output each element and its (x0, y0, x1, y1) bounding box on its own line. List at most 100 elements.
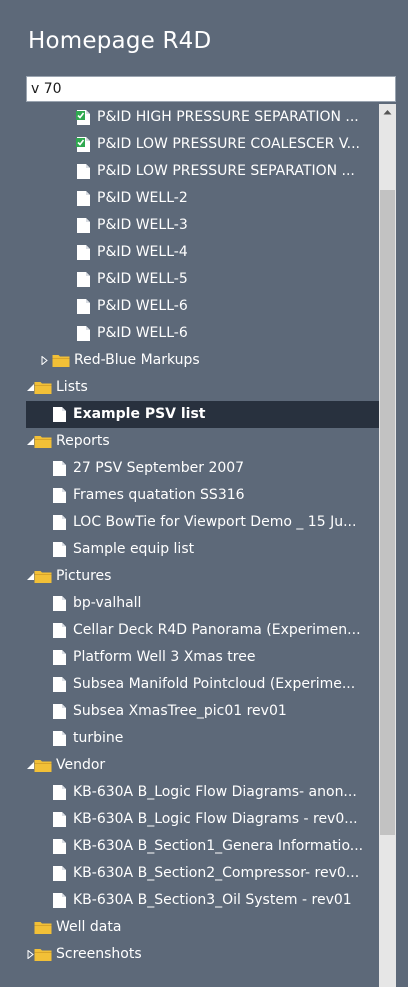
document-icon (76, 163, 94, 180)
document-icon (52, 838, 70, 855)
page-title: Homepage R4D (28, 28, 212, 54)
folder-icon (34, 380, 52, 397)
tree-item-label: P&ID WELL-3 (97, 217, 188, 233)
tree-folder-item[interactable]: Lists (26, 374, 379, 401)
document-icon (52, 514, 70, 531)
tree-document-item[interactable]: 27 PSV September 2007 (26, 455, 379, 482)
document-icon (76, 298, 94, 315)
tree-folder-item[interactable]: Vendor (26, 752, 379, 779)
tree-item-label: Reports (56, 433, 110, 449)
tree-document-item[interactable]: Example PSV list (26, 401, 379, 428)
tree-item-label: bp-valhall (73, 595, 142, 611)
document-icon (52, 649, 70, 666)
vertical-scrollbar[interactable] (379, 104, 396, 987)
tree-item-label: KB-630A B_Section2_Compressor- rev0... (73, 865, 360, 881)
tree-item-label: Well data (56, 919, 122, 935)
document-icon (76, 190, 94, 207)
tree-document-item[interactable]: KB-630A B_Section2_Compressor- rev0... (26, 860, 379, 887)
tree-item-label: KB-630A B_Logic Flow Diagrams- anon... (73, 784, 357, 800)
tree-document-item[interactable]: Subsea XmasTree_pic01 rev01 (26, 698, 379, 725)
document-icon (52, 784, 70, 801)
tree-item-label: turbine (73, 730, 124, 746)
tree-document-item[interactable]: KB-630A B_Logic Flow Diagrams- anon... (26, 779, 379, 806)
tree-item-label: Sample equip list (73, 541, 195, 557)
folder-icon (34, 569, 52, 586)
tree-item-label: P&ID WELL-5 (97, 271, 188, 287)
tree-document-item[interactable]: P&ID HIGH PRESSURE SEPARATION ... (26, 104, 379, 131)
tree-document-item[interactable]: Cellar Deck R4D Panorama (Experimen... (26, 617, 379, 644)
document-icon (76, 271, 94, 288)
folder-icon (34, 758, 52, 775)
tree-document-item[interactable]: P&ID WELL-5 (26, 266, 379, 293)
document-icon (52, 703, 70, 720)
tree-folder-item[interactable]: Well data (26, 914, 379, 941)
tree-document-item[interactable]: P&ID LOW PRESSURE COALESCER V... (26, 131, 379, 158)
document-icon (52, 676, 70, 693)
document-icon (52, 595, 70, 612)
tree-item-label: LOC BowTie for Viewport Demo _ 15 Ju... (73, 514, 357, 530)
document-icon (52, 730, 70, 747)
tree-document-item[interactable]: LOC BowTie for Viewport Demo _ 15 Ju... (26, 509, 379, 536)
document-icon (52, 487, 70, 504)
tree-item-label: Cellar Deck R4D Panorama (Experimen... (73, 622, 361, 638)
tree-document-item[interactable]: Platform Well 3 Xmas tree (26, 644, 379, 671)
tree-item-label: KB-630A B_Section3_Oil System - rev01 (73, 892, 352, 908)
tree-document-item[interactable]: turbine (26, 725, 379, 752)
tree-item-label: Subsea XmasTree_pic01 rev01 (73, 703, 287, 719)
tree-item-label: P&ID HIGH PRESSURE SEPARATION ... (97, 109, 359, 125)
document-icon (76, 244, 94, 261)
tree-item-label: P&ID WELL-4 (97, 244, 188, 260)
tree-folder-item[interactable]: Screenshots (26, 941, 379, 968)
checked-document-icon (76, 109, 94, 126)
tree-folder-item[interactable]: Red-Blue Markups (26, 347, 379, 374)
document-icon (76, 325, 94, 342)
tree-item-label: P&ID LOW PRESSURE SEPARATION ... (97, 163, 355, 179)
tree-document-item[interactable]: P&ID WELL-2 (26, 185, 379, 212)
document-icon (52, 406, 70, 423)
tree-document-item[interactable]: P&ID WELL-6 (26, 320, 379, 347)
tree-item-label: P&ID LOW PRESSURE COALESCER V... (97, 136, 360, 152)
folder-icon (34, 434, 52, 451)
tree-document-item[interactable]: KB-630A B_Section1_Genera Informatio... (26, 833, 379, 860)
tree-folder-item[interactable]: Reports (26, 428, 379, 455)
tree-document-item[interactable]: P&ID WELL-6 (26, 293, 379, 320)
tree-item-label: KB-630A B_Logic Flow Diagrams - rev0... (73, 811, 358, 827)
document-icon (52, 865, 70, 882)
document-icon (52, 541, 70, 558)
document-icon (52, 460, 70, 477)
checked-document-icon (76, 136, 94, 153)
tree-item-label: Lists (56, 379, 88, 395)
scrollbar-thumb[interactable] (380, 190, 395, 835)
scroll-up-arrow-icon[interactable] (379, 104, 396, 121)
document-icon (52, 811, 70, 828)
document-icon (76, 217, 94, 234)
tree-item-label: 27 PSV September 2007 (73, 460, 245, 476)
tree-item-label: P&ID WELL-6 (97, 325, 188, 341)
folder-icon (34, 947, 52, 964)
document-icon (52, 892, 70, 909)
tree-document-item[interactable]: P&ID WELL-4 (26, 239, 379, 266)
tree-item-label: Screenshots (56, 946, 142, 962)
tree-document-item[interactable]: KB-630A B_Section3_Oil System - rev01 (26, 887, 379, 914)
tree-item-label: Red-Blue Markups (74, 352, 200, 368)
tree-document-item[interactable]: Subsea Manifold Pointcloud (Experime... (26, 671, 379, 698)
tree-item-label: Platform Well 3 Xmas tree (73, 649, 256, 665)
collapsed-arrow-icon[interactable] (40, 347, 50, 374)
tree-document-item[interactable]: KB-630A B_Logic Flow Diagrams - rev0... (26, 806, 379, 833)
tree-document-item[interactable]: bp-valhall (26, 590, 379, 617)
tree-item-label: Vendor (56, 757, 106, 773)
tree-document-item[interactable]: Frames quatation SS316 (26, 482, 379, 509)
search-input[interactable] (26, 76, 396, 102)
folder-icon (52, 353, 70, 370)
tree-item-label: KB-630A B_Section1_Genera Informatio... (73, 838, 364, 854)
tree-folder-item[interactable]: Pictures (26, 563, 379, 590)
tree-document-item[interactable]: P&ID LOW PRESSURE SEPARATION ... (26, 158, 379, 185)
tree-item-label: Subsea Manifold Pointcloud (Experime... (73, 676, 356, 692)
tree-document-item[interactable]: Sample equip list (26, 536, 379, 563)
tree-document-item[interactable]: P&ID WELL-3 (26, 212, 379, 239)
document-tree: P&ID HIGH PRESSURE SEPARATION ... P&ID LO… (26, 104, 379, 987)
folder-icon (34, 920, 52, 937)
document-icon (52, 622, 70, 639)
tree-item-label: P&ID WELL-6 (97, 298, 188, 314)
tree-item-label: P&ID WELL-2 (97, 190, 188, 206)
